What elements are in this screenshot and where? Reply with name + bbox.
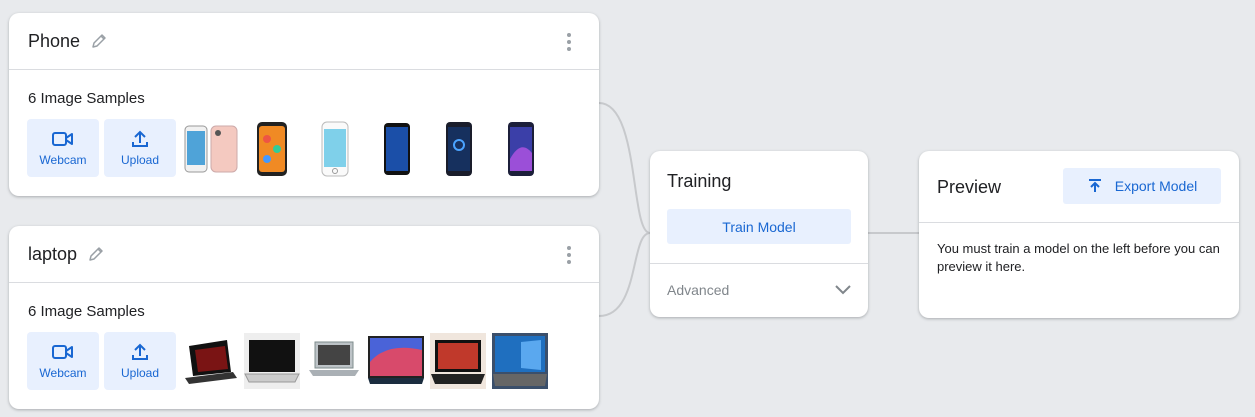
sample-image-laptop[interactable] [243, 332, 301, 390]
sample-image-laptop[interactable] [429, 332, 487, 390]
upload-button[interactable]: Upload [104, 332, 176, 390]
divider [650, 263, 868, 264]
class-header: Phone [9, 13, 599, 70]
more-options-icon[interactable] [561, 246, 577, 264]
class-card-laptop: laptop 6 Image Samples Webcam Upload [9, 226, 599, 409]
samples-count: 6 Image Samples [28, 303, 145, 320]
edit-pencil-icon[interactable] [90, 32, 108, 50]
chevron-down-icon[interactable] [834, 283, 852, 295]
sample-thumbnails [181, 119, 549, 177]
sample-image-phone[interactable] [491, 119, 549, 177]
export-model-button[interactable]: Export Model [1063, 168, 1221, 204]
sample-image-phone[interactable] [305, 119, 363, 177]
webcam-label: Webcam [39, 152, 87, 167]
train-model-button[interactable]: Train Model [667, 209, 851, 244]
class-name[interactable]: laptop [28, 244, 77, 265]
preview-card: Preview Export Model You must train a mo… [919, 151, 1239, 318]
upload-icon [132, 343, 148, 360]
upload-label: Upload [120, 365, 160, 380]
sample-image-phone[interactable] [181, 119, 239, 177]
preview-message: You must train a model on the left befor… [937, 241, 1220, 274]
more-options-icon[interactable] [561, 33, 577, 51]
training-card: Training Train Model Advanced [650, 151, 868, 317]
sample-image-laptop[interactable] [367, 332, 425, 390]
sample-image-laptop[interactable] [305, 332, 363, 390]
sample-image-phone[interactable] [243, 119, 301, 177]
sample-image-phone[interactable] [367, 119, 425, 177]
upload-label: Upload [120, 152, 160, 167]
class-header: laptop [9, 226, 599, 283]
sample-image-laptop[interactable] [181, 332, 239, 390]
upload-icon [132, 130, 148, 147]
training-title: Training [667, 171, 732, 191]
class-name[interactable]: Phone [28, 31, 80, 52]
sample-image-phone[interactable] [429, 119, 487, 177]
sample-image-laptop[interactable] [491, 332, 549, 390]
sample-thumbnails [181, 332, 549, 390]
export-label: Export Model [1114, 178, 1198, 194]
upload-button[interactable]: Upload [104, 119, 176, 177]
preview-title: Preview [937, 177, 1002, 197]
samples-count: 6 Image Samples [28, 90, 145, 107]
webcam-icon [52, 131, 73, 146]
advanced-toggle[interactable]: Advanced [667, 282, 729, 298]
webcam-label: Webcam [39, 365, 87, 380]
webcam-button[interactable]: Webcam [27, 332, 99, 390]
class-card-phone: Phone 6 Image Samples Webcam Upload [9, 13, 599, 196]
export-icon [1088, 179, 1101, 192]
webcam-icon [52, 344, 73, 359]
divider [919, 222, 1239, 223]
webcam-button[interactable]: Webcam [27, 119, 99, 177]
edit-pencil-icon[interactable] [87, 245, 105, 263]
